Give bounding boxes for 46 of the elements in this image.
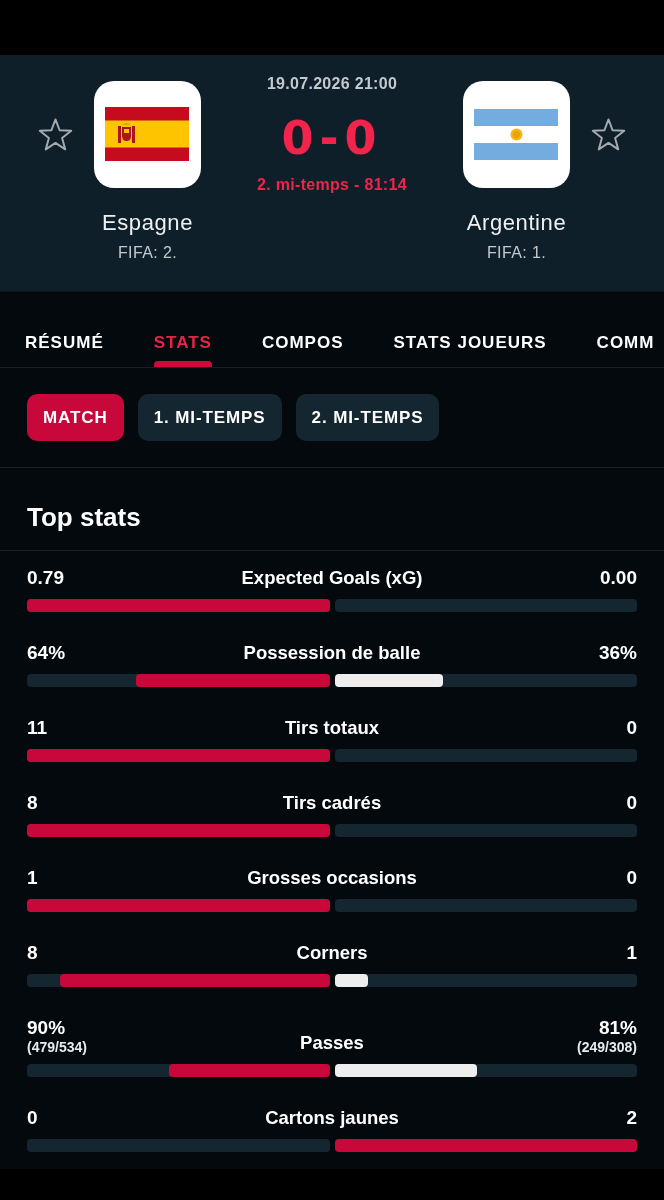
stat-value: 8 (27, 941, 39, 965)
match-datetime: 19.07.2026 21:00 (266, 74, 398, 94)
stat-value: 1 (626, 941, 637, 965)
star-icon[interactable] (38, 118, 73, 152)
stat-value: 0 (626, 716, 637, 740)
team-name: Argentine (466, 209, 567, 237)
period-filter[interactable]: MATCH (27, 394, 124, 441)
stat-label: Passes (300, 1031, 364, 1055)
stat-label: Corners (296, 941, 368, 965)
star-icon[interactable] (591, 118, 626, 152)
tab[interactable]: RÉSUMÉ (25, 292, 104, 367)
tab[interactable]: STATS (153, 292, 212, 367)
stat-value: 2 (626, 1106, 637, 1130)
flag-icon (94, 81, 201, 188)
stat-value: 0 (626, 791, 637, 815)
section-heading: Top stats (0, 468, 664, 551)
tab[interactable]: STATS JOUEURS (393, 292, 547, 367)
team-name: Espagne (101, 209, 194, 237)
stat-label: Tirs totaux (284, 716, 380, 740)
stat-value: 64% (27, 641, 67, 665)
stat-label: Cartons jaunes (265, 1106, 399, 1130)
stat-value: 11 (27, 716, 49, 740)
stat-value: 36% (598, 641, 637, 665)
stat-value: 1 (27, 866, 39, 890)
stat-value: 0.00 (600, 566, 637, 590)
stat-value: 0 (626, 866, 637, 890)
stat-detail: (479/534) (27, 1040, 88, 1055)
stat-label: Tirs cadrés (282, 791, 382, 815)
stat-label: Expected Goals (xG) (241, 566, 423, 590)
stat-label: Possession de balle (243, 641, 421, 665)
stat-value: 8 (27, 791, 39, 815)
stat-detail: (249/308) (577, 1040, 637, 1055)
stat-value: 0.79 (27, 566, 65, 590)
match-score: 0-0 (281, 110, 383, 166)
flag-icon (463, 81, 570, 188)
period-filter[interactable]: 2. MI-TEMPS (295, 394, 440, 441)
fifa-ranking: FIFA: 2. (117, 243, 178, 263)
stat-value: 0 (27, 1106, 39, 1130)
tab[interactable]: COMM (596, 292, 655, 367)
stat-value: 90% (27, 1016, 67, 1040)
stat-label: Grosses occasions (247, 866, 417, 890)
match-status: 2. mi-temps - 81:14 (257, 175, 407, 195)
fifa-ranking: FIFA: 1. (486, 243, 547, 263)
period-filter[interactable]: 1. MI-TEMPS (137, 394, 282, 441)
tab[interactable]: COMPOS (261, 292, 344, 367)
stat-value: 81% (598, 1016, 637, 1040)
